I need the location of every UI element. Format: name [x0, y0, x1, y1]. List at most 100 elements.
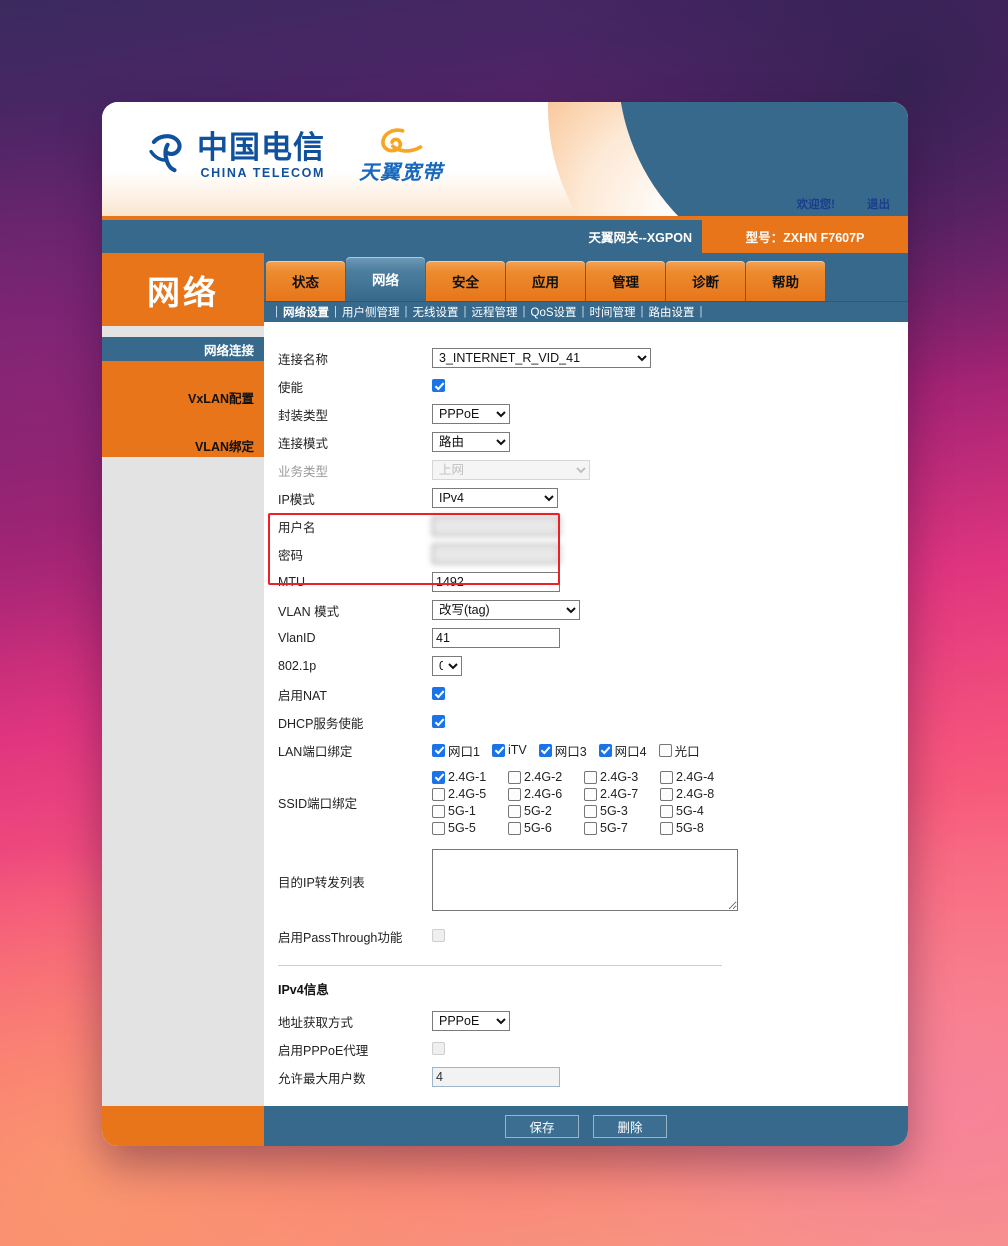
tab-network[interactable]: 网络 — [346, 257, 425, 301]
tab-label: 网络 — [372, 273, 399, 288]
pppoe-proxy-checkbox[interactable] — [432, 1042, 445, 1055]
tab-help[interactable]: 帮助 — [746, 261, 825, 301]
subnav-item-qos-settings[interactable]: QoS设置 — [531, 304, 577, 320]
ssid-5g-6-checkbox[interactable] — [508, 821, 521, 835]
dot1p-label: 802.1p — [278, 659, 317, 673]
passthrough-checkbox[interactable] — [432, 929, 445, 942]
form-row-ip-mode: IP模式 IPv4 — [278, 484, 852, 512]
ssid-port-binding-label: SSID端口绑定 — [278, 797, 358, 811]
ssid-item: 2.4G-5 — [432, 787, 498, 801]
ssid-24g-1-checkbox[interactable] — [432, 770, 445, 784]
address-mode-select[interactable]: PPPoE — [432, 1011, 510, 1031]
ssid-24g-7-checkbox[interactable] — [584, 787, 597, 801]
save-button[interactable]: 保存 — [505, 1114, 579, 1138]
delete-button[interactable]: 删除 — [593, 1114, 667, 1138]
ssid-5g-5-checkbox[interactable] — [432, 821, 445, 835]
ssid-24g-2-checkbox[interactable] — [508, 770, 521, 784]
subnav-item-remote-management[interactable]: 远程管理 — [472, 304, 518, 320]
ssid-24g-3-checkbox[interactable] — [584, 770, 597, 784]
ipv4-info-form: 地址获取方式 PPPoE 启用PPPoE代理 允许最大用户数 — [278, 1007, 852, 1091]
ssid-24g-5-label: 2.4G-5 — [448, 787, 487, 801]
subnav-item-route-settings[interactable]: 路由设置 — [649, 304, 695, 320]
tab-application[interactable]: 应用 — [506, 261, 585, 301]
tab-label: 应用 — [532, 275, 559, 290]
ssid-5g-7-checkbox[interactable] — [584, 821, 597, 835]
ssid-item: 5G-5 — [432, 821, 498, 835]
enable-nat-checkbox[interactable] — [432, 687, 445, 700]
ssid-item: 5G-3 — [584, 804, 650, 818]
max-users-input[interactable] — [432, 1067, 560, 1087]
vlan-id-input[interactable] — [432, 628, 560, 648]
lan-port-3-checkbox[interactable] — [538, 743, 552, 757]
subnav-item-network-settings[interactable]: 网络设置 — [283, 304, 329, 320]
ssid-item: 2.4G-7 — [584, 787, 650, 801]
lan-port-1-checkbox[interactable] — [432, 743, 445, 757]
address-mode-label: 地址获取方式 — [278, 1015, 354, 1030]
ssid-5g-3-checkbox[interactable] — [584, 804, 597, 818]
tab-management[interactable]: 管理 — [586, 261, 665, 301]
ssid-24g-5-checkbox[interactable] — [432, 787, 445, 801]
lan-port-4-checkbox[interactable] — [598, 743, 612, 757]
sidebar-item-vlan-binding[interactable]: VLAN绑定 — [102, 409, 264, 457]
ip-mode-label: IP模式 — [278, 492, 315, 507]
ssid-24g-4-checkbox[interactable] — [660, 770, 673, 784]
ssid-row: 5G-5 5G-6 5G-7 5G-8 — [432, 821, 852, 835]
connection-mode-select[interactable]: 路由 — [432, 432, 510, 452]
tab-label: 安全 — [452, 275, 479, 290]
sidebar-item-network-connection[interactable]: 网络连接 — [102, 337, 264, 361]
form-row-forward-list: 目的IP转发列表 — [278, 841, 852, 922]
encapsulation-type-select[interactable]: PPPoE — [432, 404, 510, 424]
subnav-item-user-side-management[interactable]: 用户侧管理 — [342, 304, 400, 320]
enable-checkbox[interactable] — [432, 379, 445, 392]
sidebar-item-label: VxLAN配置 — [188, 392, 254, 406]
lan-port-itv-checkbox[interactable] — [491, 743, 505, 757]
form-content-area: 连接名称 3_INTERNET_R_VID_41 使能 封装类型 PPPoE 连… — [264, 322, 908, 1106]
ssid-5g-6-label: 5G-6 — [524, 821, 552, 835]
subnav-item-wireless-settings[interactable]: 无线设置 — [413, 304, 459, 320]
subnav-separator: | — [581, 306, 585, 318]
vlan-mode-select[interactable]: 改写(tag) — [432, 600, 580, 620]
connection-name-label: 连接名称 — [278, 352, 329, 367]
dest-ip-forward-list-textarea[interactable] — [432, 849, 738, 911]
connection-name-select[interactable]: 3_INTERNET_R_VID_41 — [432, 348, 651, 368]
password-label: 密码 — [278, 548, 304, 563]
subnav-separator: | — [640, 306, 644, 318]
ssid-24g-8-checkbox[interactable] — [660, 787, 673, 801]
ssid-5g-7-label: 5G-7 — [600, 821, 628, 835]
dot1p-select[interactable]: 0 — [432, 656, 462, 676]
lan-port-binding-label: LAN端口绑定 — [278, 744, 353, 759]
form-row-dhcp: DHCP服务使能 — [278, 708, 852, 736]
dhcp-service-checkbox[interactable] — [432, 715, 445, 728]
page-title: 网络 — [102, 253, 264, 326]
ssid-5g-4-checkbox[interactable] — [660, 804, 673, 818]
subnav-separator: | — [463, 306, 467, 318]
tab-status[interactable]: 状态 — [266, 261, 345, 301]
sidebar-menu: 网络连接 VxLAN配置 VLAN绑定 — [102, 337, 264, 457]
form-row-vlan-id: VlanID — [278, 624, 852, 652]
logout-link[interactable]: 退出 — [867, 196, 890, 212]
username-input[interactable] — [432, 516, 560, 536]
ssid-item: 5G-6 — [508, 821, 574, 835]
tab-label: 管理 — [612, 275, 639, 290]
lan-port-item: 网口1 — [432, 741, 480, 760]
form-row-service-type: 业务类型 上网 — [278, 456, 852, 484]
section-divider — [278, 965, 722, 966]
ip-mode-select[interactable]: IPv4 — [432, 488, 558, 508]
china-telecom-wordmark: 中国电信 CHINA TELECOM — [197, 131, 325, 180]
mtu-input[interactable] — [432, 572, 560, 592]
router-admin-window: 中国电信 CHINA TELECOM 天翼宽带 欢迎您! 退出 天翼网关--XG… — [102, 102, 908, 1146]
ssid-24g-6-checkbox[interactable] — [508, 787, 521, 801]
tab-diagnostics[interactable]: 诊断 — [666, 261, 745, 301]
ssid-5g-2-checkbox[interactable] — [508, 804, 521, 818]
password-input[interactable] — [432, 544, 560, 564]
ssid-5g-8-checkbox[interactable] — [660, 821, 673, 835]
subnav-separator: | — [275, 306, 278, 318]
ssid-5g-8-label: 5G-8 — [676, 821, 704, 835]
ssid-5g-1-checkbox[interactable] — [432, 804, 445, 818]
sidebar-item-vxlan-config[interactable]: VxLAN配置 — [102, 361, 264, 409]
subnav-item-time-management[interactable]: 时间管理 — [590, 304, 636, 320]
form-row-vlan-mode: VLAN 模式 改写(tag) — [278, 596, 852, 624]
china-telecom-mark-icon — [149, 133, 182, 172]
tab-security[interactable]: 安全 — [426, 261, 505, 301]
lan-port-optical-checkbox[interactable] — [658, 743, 672, 757]
